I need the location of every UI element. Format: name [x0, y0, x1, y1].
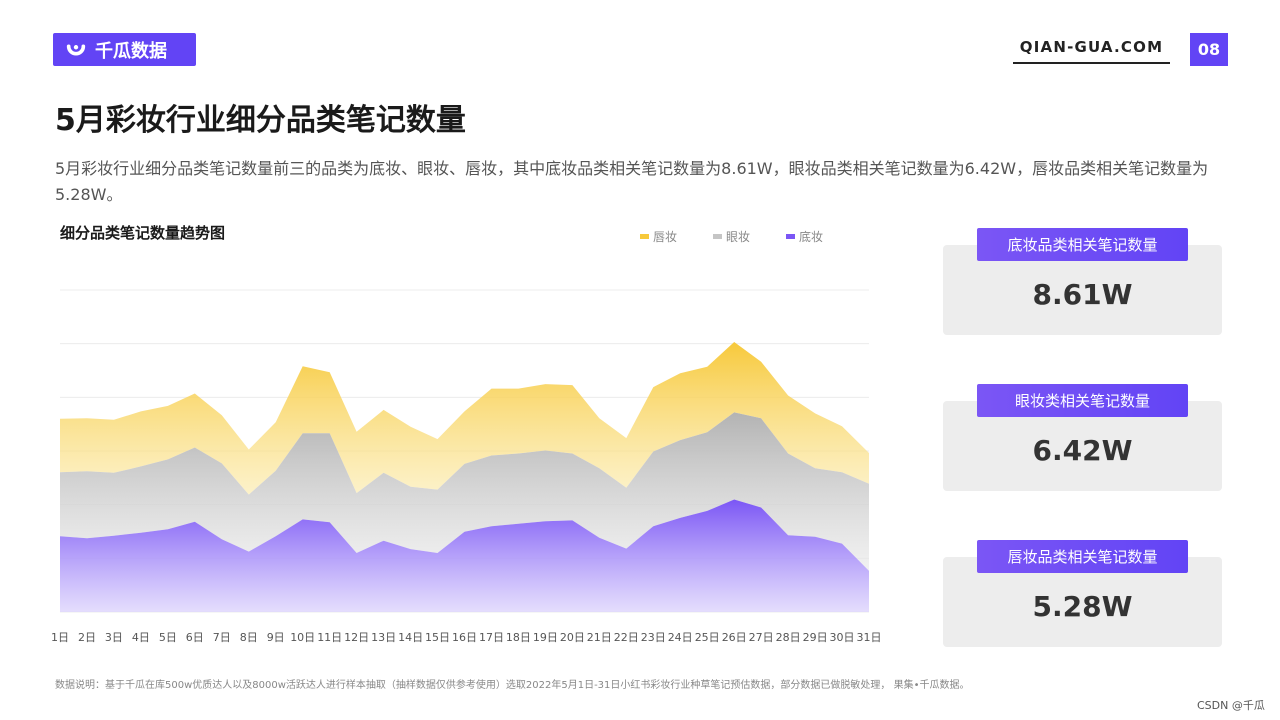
page-number: 08	[1190, 33, 1228, 66]
x-tick-label: 11日	[317, 631, 342, 644]
x-tick-label: 14日	[398, 631, 423, 644]
kpi-label-base: 底妆品类相关笔记数量	[977, 228, 1188, 261]
x-tick-label: 29日	[803, 631, 828, 644]
site-url: QIAN-GUA.COM	[1013, 38, 1170, 64]
x-tick-label: 25日	[695, 631, 720, 644]
x-tick-label: 10日	[290, 631, 315, 644]
x-tick-label: 28日	[776, 631, 801, 644]
x-tick-label: 23日	[641, 631, 666, 644]
x-tick-label: 19日	[533, 631, 558, 644]
data-source-note: 数据说明：基于千瓜在库500w优质达人以及8000w活跃达人进行样本抽取（抽样数…	[55, 680, 970, 691]
x-tick-label: 6日	[186, 631, 204, 644]
x-tick-label: 18日	[506, 631, 531, 644]
x-tick-label: 3日	[105, 631, 123, 644]
kpi-label-eye: 眼妆类相关笔记数量	[977, 384, 1188, 417]
x-tick-label: 13日	[371, 631, 396, 644]
x-tick-label: 21日	[587, 631, 612, 644]
x-tick-label: 24日	[668, 631, 693, 644]
x-tick-label: 12日	[344, 631, 369, 644]
kpi-value-base: 8.61W	[1032, 278, 1133, 311]
x-tick-label: 30日	[830, 631, 855, 644]
x-tick-label: 31日	[857, 631, 882, 644]
x-tick-label: 20日	[560, 631, 585, 644]
kpi-value-lip: 5.28W	[1032, 590, 1133, 623]
stacked-area-chart: 1日 2日 3日 4日 5日 6日 7日 8日 9日 10日 11日 12日 13日 14日 15日 16日 1…	[51, 289, 882, 644]
x-axis-ticks: 1日 2日 3日 4日 5日 6日 7日 8日 9日 10日 11日 12日 13日 14日 15日 16日 1…	[51, 631, 882, 644]
x-tick-label: 16日	[452, 631, 477, 644]
kpi-value-eye: 6.42W	[1032, 434, 1133, 467]
x-tick-label: 9日	[267, 631, 285, 644]
x-tick-label: 27日	[749, 631, 774, 644]
chart-areas	[60, 342, 869, 612]
x-tick-label: 1日	[51, 631, 69, 644]
x-tick-label: 26日	[722, 631, 747, 644]
x-tick-label: 22日	[614, 631, 639, 644]
x-tick-label: 2日	[78, 631, 96, 644]
x-tick-label: 7日	[213, 631, 231, 644]
x-tick-label: 17日	[479, 631, 504, 644]
x-tick-label: 15日	[425, 631, 450, 644]
x-tick-label: 5日	[159, 631, 177, 644]
kpi-label-lip: 唇妆品类相关笔记数量	[977, 540, 1188, 573]
x-tick-label: 8日	[240, 631, 258, 644]
credit-text: CSDN @千瓜	[1197, 699, 1265, 712]
x-tick-label: 4日	[132, 631, 150, 644]
